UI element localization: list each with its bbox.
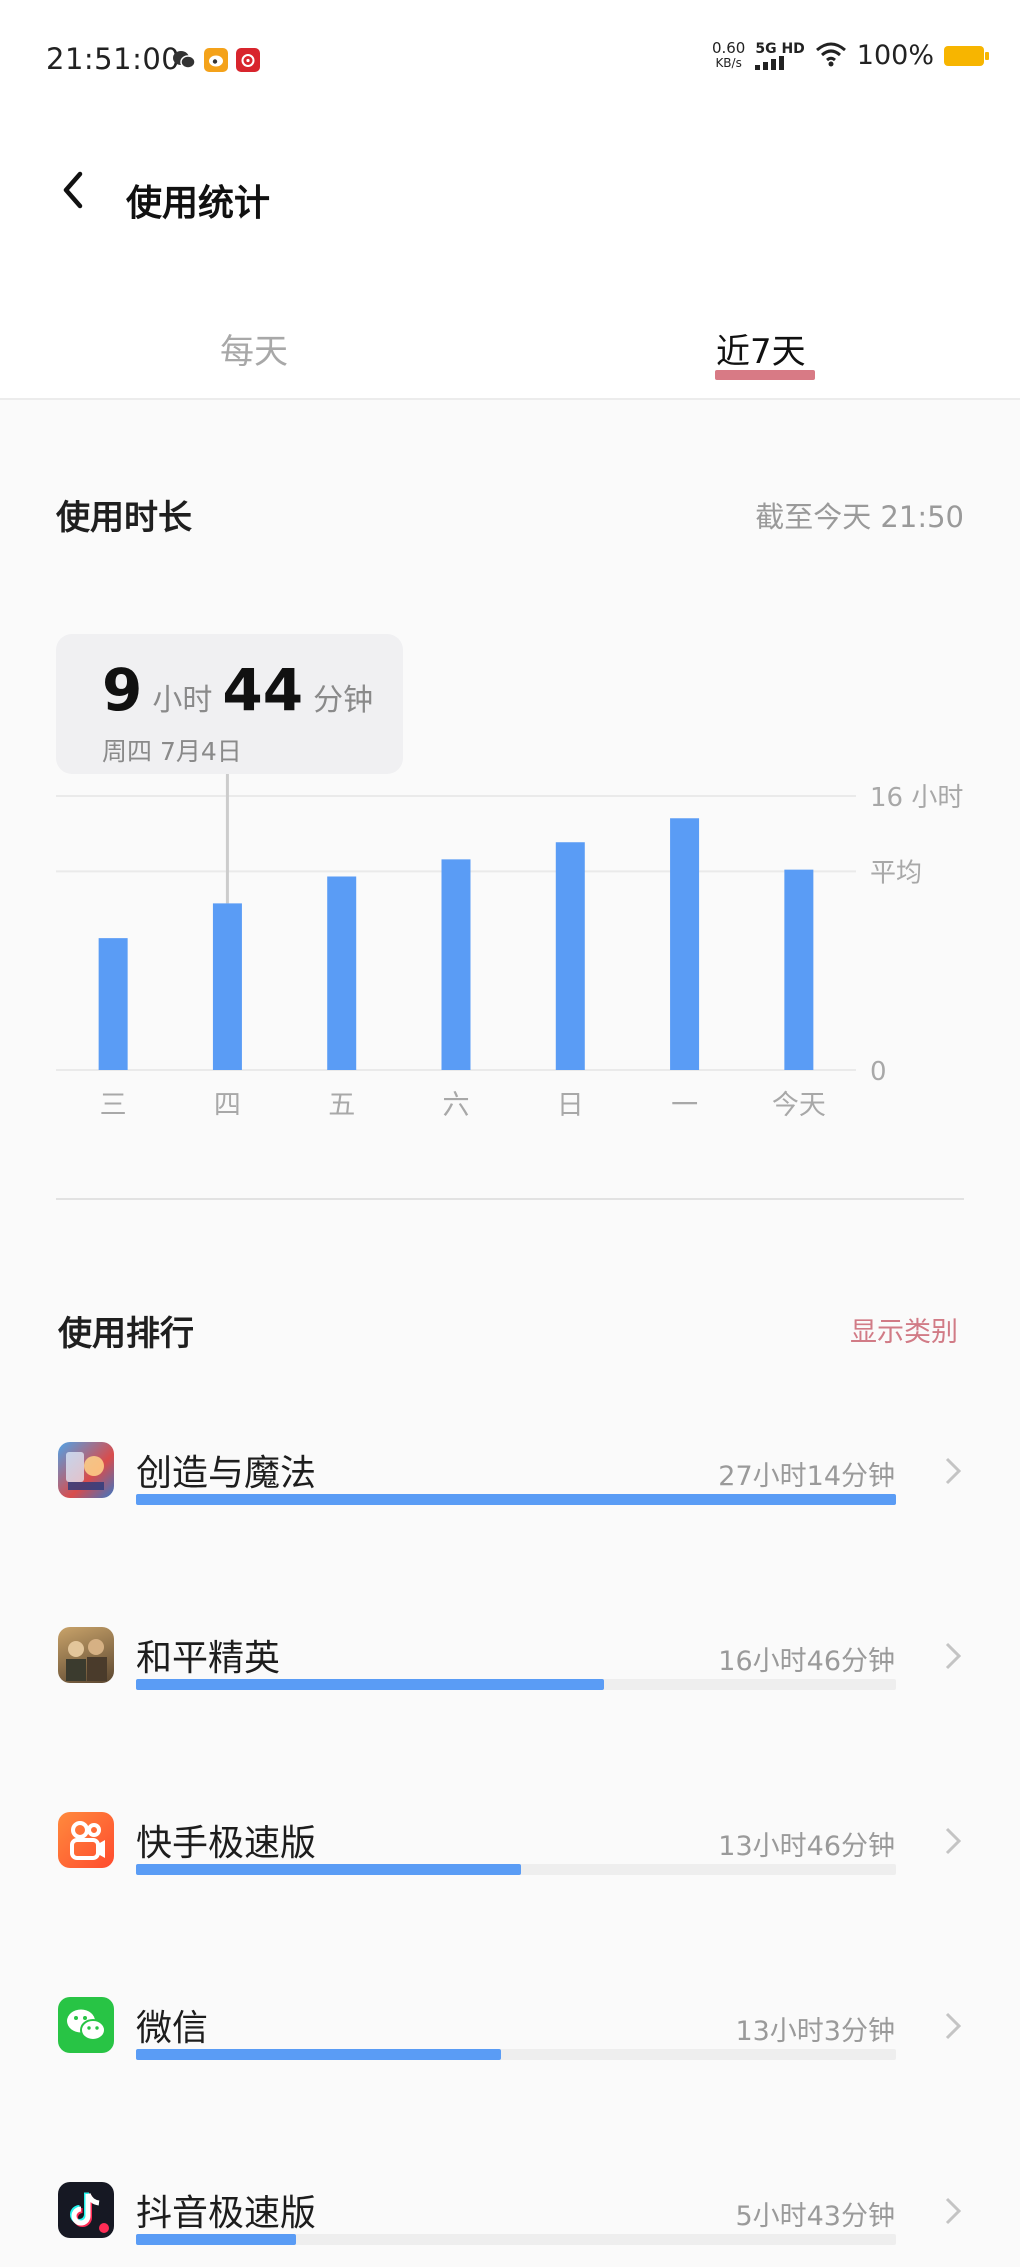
kuaishou-lite-icon	[58, 1812, 114, 1868]
chevron-right-icon	[940, 1824, 966, 1858]
usage-bar	[441, 859, 471, 1070]
chevron-right-icon	[940, 1454, 966, 1488]
app-row-peace-elite[interactable]: 和平精英 16小时46分钟	[0, 1627, 1020, 1757]
app-row-douyin-lite[interactable]: 抖音极速版 5小时43分钟	[0, 2182, 1020, 2267]
app-usage-time: 13小时46分钟	[718, 1831, 895, 1862]
x-tick-label: 日	[557, 1090, 584, 1121]
usage-bar	[212, 903, 242, 1070]
app-name: 快手极速版	[136, 1823, 317, 1864]
chevron-right-icon	[940, 2009, 966, 2043]
usage-bar-chart: 16 小时平均 0 三 四 五 六 日 一 今天	[56, 774, 963, 1121]
usage-bar-fill	[136, 1864, 521, 1875]
app-name: 微信	[136, 2008, 209, 2049]
usage-bar-fill	[136, 2234, 296, 2245]
tooltip-duration: 9 小时 44 分钟	[102, 656, 383, 724]
app-usage-time: 5小时43分钟	[735, 2201, 895, 2232]
douyin-lite-icon	[58, 2182, 114, 2238]
app-name: 和平精英	[136, 1638, 281, 1679]
y-label-max: 16 小时	[870, 783, 963, 813]
x-tick-label: 今天	[772, 1090, 826, 1121]
selected-day-tooltip: 9 小时 44 分钟 周四 7月4日	[56, 634, 403, 774]
usage-bar-fill	[136, 2049, 501, 2060]
show-category-link[interactable]: 显示类别	[850, 1310, 958, 1349]
app-usage-time: 13小时3分钟	[735, 2016, 895, 2047]
x-tick-label: 三	[100, 1090, 127, 1121]
app-usage-time: 16小时46分钟	[718, 1646, 895, 1677]
y-label-zero: 0	[870, 1057, 887, 1087]
usage-bar-track	[136, 1679, 896, 1690]
peace-elite-icon	[58, 1627, 114, 1683]
chevron-right-icon	[940, 2194, 966, 2228]
creation-magic-icon	[58, 1442, 114, 1498]
usage-ranking-title: 使用排行	[58, 1314, 194, 1354]
tooltip-minutes-unit: 分钟	[313, 683, 374, 718]
x-tick-label: 六	[443, 1090, 470, 1121]
section-divider	[56, 1198, 964, 1200]
chevron-right-icon	[940, 1639, 966, 1673]
usage-bar	[670, 818, 700, 1070]
usage-bar-track	[136, 1864, 896, 1875]
app-row-kuaishou-lite[interactable]: 快手极速版 13小时46分钟	[0, 1812, 1020, 1942]
usage-bar-fill	[136, 1494, 896, 1505]
app-name: 创造与魔法	[136, 1453, 317, 1494]
usage-bar-fill	[136, 1679, 605, 1690]
x-tick-label: 五	[328, 1090, 355, 1121]
wechat-icon	[58, 1997, 114, 2053]
app-name: 抖音极速版	[136, 2193, 317, 2234]
usage-bar-track	[136, 2049, 896, 2060]
y-label-average: 平均	[870, 858, 922, 888]
app-usage-time: 27小时14分钟	[718, 1461, 895, 1492]
usage-bar	[555, 842, 585, 1070]
usage-bar	[327, 876, 357, 1070]
tooltip-date: 周四 7月4日	[102, 737, 242, 766]
app-row-creation-magic[interactable]: 创造与魔法 27小时14分钟	[0, 1442, 1020, 1572]
tooltip-hours-unit: 小时	[152, 683, 213, 718]
x-tick-label: 四	[214, 1090, 241, 1121]
tooltip-minutes: 44	[222, 656, 304, 724]
tooltip-hours: 9	[102, 656, 143, 724]
x-tick-label: 一	[671, 1090, 698, 1121]
app-row-wechat[interactable]: 微信 13小时3分钟	[0, 1997, 1020, 2127]
usage-bar-track	[136, 1494, 896, 1505]
usage-bar	[784, 869, 814, 1070]
usage-bar-track	[136, 2234, 896, 2245]
usage-bar	[98, 938, 128, 1070]
